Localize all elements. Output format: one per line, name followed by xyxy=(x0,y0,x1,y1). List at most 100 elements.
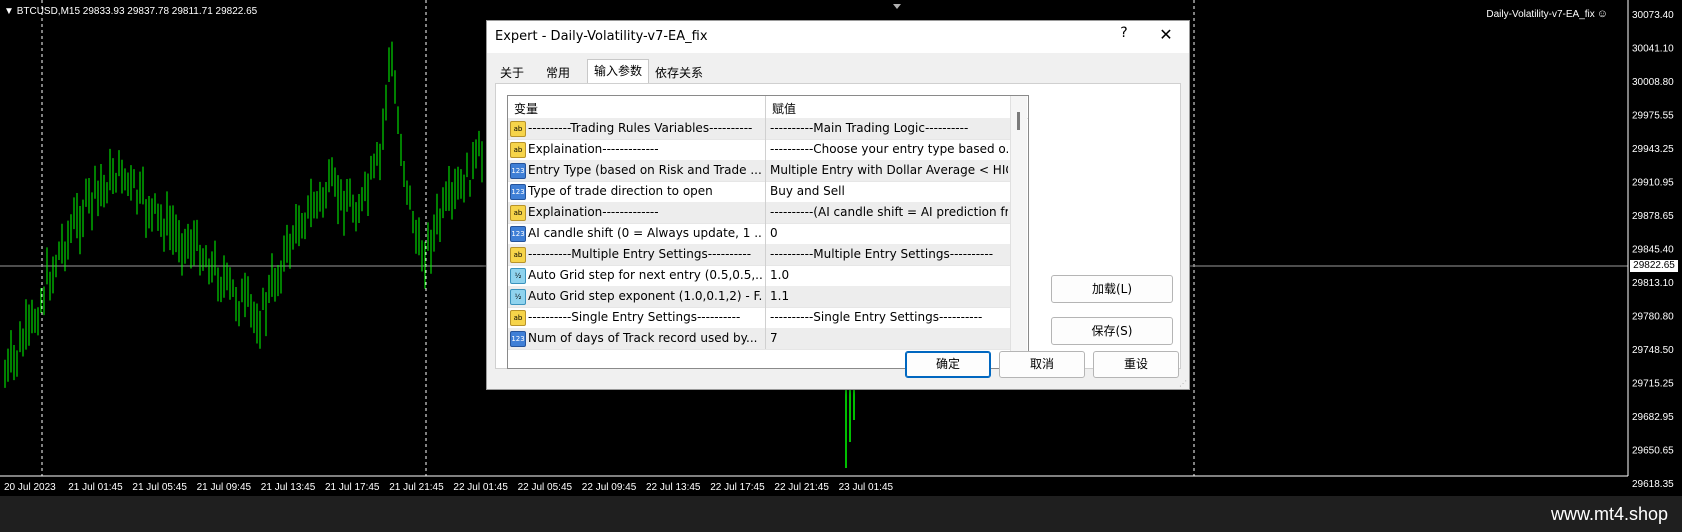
param-variable: ----------Single Entry Settings---------… xyxy=(528,310,741,324)
cell-separator xyxy=(765,181,766,202)
grid-row[interactable]: ab ----------Multiple Entry Settings-----… xyxy=(508,244,1026,266)
tab-about[interactable]: 关于 xyxy=(495,63,529,83)
time-tick-label: 22 Jul 21:45 xyxy=(774,482,829,493)
price-tick-label: 29618.35 xyxy=(1632,479,1674,490)
price-tick-label: 29780.80 xyxy=(1632,312,1674,323)
grid-row[interactable]: ab ----------Single Entry Settings-------… xyxy=(508,307,1026,329)
price-tick-label: 29845.40 xyxy=(1632,245,1674,256)
param-variable: ----------Trading Rules Variables-------… xyxy=(528,121,753,135)
grid-row[interactable]: 123 AI candle shift (0 = Always update, 1… xyxy=(508,223,1026,245)
cell-separator xyxy=(765,286,766,307)
save-button[interactable]: 保存(S) xyxy=(1051,317,1173,345)
expert-dialog: Expert - Daily-Volatility-v7-EA_fix ? ✕ … xyxy=(486,20,1190,390)
param-value[interactable]: ----------Choose your entry type based o… xyxy=(770,142,1008,156)
param-value[interactable]: 0 xyxy=(770,226,1008,240)
param-value[interactable]: 1.0 xyxy=(770,268,1008,282)
param-type-ab-icon: ab xyxy=(510,121,526,137)
close-button[interactable]: ✕ xyxy=(1151,25,1181,49)
scrollbar-thumb[interactable] xyxy=(1017,112,1020,130)
cell-separator xyxy=(765,139,766,160)
dialog-titlebar[interactable]: Expert - Daily-Volatility-v7-EA_fix ? ✕ xyxy=(487,21,1189,53)
param-value[interactable]: ----------(AI candle shift = AI predicti… xyxy=(770,205,1008,219)
load-button[interactable]: 加载(L) xyxy=(1051,275,1173,303)
param-type-v12-icon: ½ xyxy=(510,268,526,284)
grid-scrollbar[interactable] xyxy=(1010,96,1027,368)
param-type-n123-icon: 123 xyxy=(510,331,526,347)
reset-button[interactable]: 重设 xyxy=(1093,351,1179,378)
param-type-ab-icon: ab xyxy=(510,247,526,263)
param-type-v12-icon: ½ xyxy=(510,289,526,305)
column-header-variable[interactable]: 变量 xyxy=(514,100,538,117)
param-variable: Explaination------------- xyxy=(528,142,659,156)
time-tick-label: 21 Jul 17:45 xyxy=(325,482,380,493)
param-value[interactable]: 7 xyxy=(770,331,1008,345)
brand-watermark: www.mt4.shop xyxy=(1550,504,1668,524)
ok-button[interactable]: 确定 xyxy=(905,351,991,378)
grid-row[interactable]: ab Explaination------------- ----------Cho… xyxy=(508,139,1026,161)
time-tick-label: 21 Jul 13:45 xyxy=(261,482,316,493)
cell-separator xyxy=(765,223,766,244)
param-value[interactable]: Multiple Entry with Dollar Average < HIG… xyxy=(770,163,1008,177)
grid-row[interactable]: ab ----------Trading Rules Variables-----… xyxy=(508,118,1026,140)
grid-row[interactable]: 123 Type of trade direction to open Buy an… xyxy=(508,181,1026,203)
price-tick-label: 29748.50 xyxy=(1632,345,1674,356)
param-value[interactable]: Buy and Sell xyxy=(770,184,1008,198)
grid-row[interactable]: ½ Auto Grid step exponent (1.0,0.1,2) - F… xyxy=(508,286,1026,308)
cell-separator xyxy=(765,160,766,181)
price-tick-label: 30008.80 xyxy=(1632,77,1674,88)
chart-shift-marker-icon[interactable] xyxy=(893,4,901,9)
tab-dependencies[interactable]: 依存关系 xyxy=(649,63,709,83)
time-tick-label: 22 Jul 13:45 xyxy=(646,482,701,493)
param-type-ab-icon: ab xyxy=(510,310,526,326)
time-tick-label: 21 Jul 21:45 xyxy=(389,482,444,493)
help-button[interactable]: ? xyxy=(1109,25,1139,49)
tab-common[interactable]: 常用 xyxy=(541,63,575,83)
column-separator xyxy=(765,96,766,118)
param-variable: Auto Grid step for next entry (0.5,0.5,.… xyxy=(528,268,762,282)
cell-separator xyxy=(765,265,766,286)
time-tick-label: 22 Jul 09:45 xyxy=(582,482,637,493)
price-tick-label: 30041.10 xyxy=(1632,44,1674,55)
ea-name: Daily-Volatility-v7-EA_fix xyxy=(1486,9,1595,20)
time-tick-label: 22 Jul 05:45 xyxy=(518,482,573,493)
tab-inputs[interactable]: 输入参数 xyxy=(587,59,649,84)
param-value[interactable]: ----------Multiple Entry Settings-------… xyxy=(770,247,1008,261)
grid-row[interactable]: ½ Auto Grid step for next entry (0.5,0.5,… xyxy=(508,265,1026,287)
footer-bar: www.mt4.shop xyxy=(0,496,1682,532)
grid-row[interactable]: ab Explaination------------- ----------(AI… xyxy=(508,202,1026,224)
chart-symbol-info: ▼ BTCUSD,M15 29833.93 29837.78 29811.71 … xyxy=(4,6,257,17)
grid-row[interactable]: 123 Num of days of Track record used by..… xyxy=(508,328,1026,350)
symbol-quote-text: BTCUSD,M15 29833.93 29837.78 29811.71 29… xyxy=(16,6,258,17)
resize-grip-icon[interactable]: ⋰ xyxy=(1179,379,1187,388)
price-axis: 30073.40 30041.10 30008.80 29975.55 29943.25… xyxy=(1632,10,1674,490)
param-type-n123-icon: 123 xyxy=(510,226,526,242)
param-value[interactable]: ----------Single Entry Settings---------… xyxy=(770,310,1008,324)
cell-separator xyxy=(765,118,766,139)
grid-row[interactable]: 123 Entry Type (based on Risk and Trade .… xyxy=(508,160,1026,182)
time-axis: 20 Jul 2023 21 Jul 01:45 21 Jul 05:45 21 Ju… xyxy=(4,482,894,493)
expert-advisor-label[interactable]: Daily-Volatility-v7-EA_fix ☺ xyxy=(1486,8,1608,20)
chart-menu-icon[interactable]: ▼ xyxy=(4,6,14,17)
cell-separator xyxy=(765,202,766,223)
price-tick-label: 30073.40 xyxy=(1632,10,1674,21)
param-variable: ----------Multiple Entry Settings-------… xyxy=(528,247,752,261)
param-variable: AI candle shift (0 = Always update, 1 ..… xyxy=(528,226,762,240)
price-tick-label: 29943.25 xyxy=(1632,144,1674,155)
param-variable: Explaination------------- xyxy=(528,205,659,219)
inputs-grid[interactable]: 变量 赋值 ab ----------Trading Rules Variable… xyxy=(507,95,1029,369)
cancel-button[interactable]: 取消 xyxy=(999,351,1085,378)
price-tick-label: 29975.55 xyxy=(1632,111,1674,122)
param-value[interactable]: 1.1 xyxy=(770,289,1008,303)
price-tick-label: 29813.10 xyxy=(1632,278,1674,289)
grid-header: 变量 赋值 xyxy=(508,96,1028,119)
param-value[interactable]: ----------Main Trading Logic---------- xyxy=(770,121,1008,135)
param-type-n123-icon: 123 xyxy=(510,163,526,179)
price-tick-label: 29650.65 xyxy=(1632,446,1674,457)
smile-icon: ☺ xyxy=(1596,8,1608,20)
param-type-n123-icon: 123 xyxy=(510,184,526,200)
param-variable: Type of trade direction to open xyxy=(528,184,713,198)
time-tick-label: 21 Jul 01:45 xyxy=(68,482,123,493)
column-header-value[interactable]: 赋值 xyxy=(772,100,796,117)
param-type-ab-icon: ab xyxy=(510,205,526,221)
price-tick-label: 29878.65 xyxy=(1632,211,1674,222)
